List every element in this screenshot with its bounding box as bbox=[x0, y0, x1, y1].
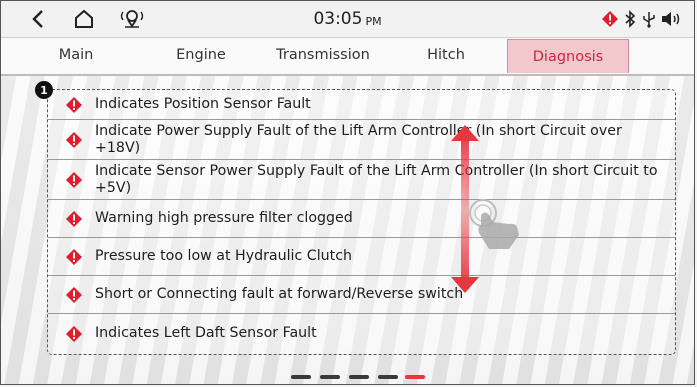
page-dot[interactable] bbox=[291, 375, 311, 379]
warning-diamond-icon bbox=[601, 1, 619, 37]
fault-text: Pressure too low at Hydraulic Clutch bbox=[95, 248, 353, 264]
tab-hitch[interactable]: Hitch bbox=[411, 38, 481, 72]
clock-ampm: PM bbox=[365, 14, 382, 28]
fault-text: Warning high pressure filter clogged bbox=[95, 210, 353, 226]
fault-text: Indicate Sensor Power Supply Fault of th… bbox=[95, 162, 658, 196]
tab-diagnosis[interactable]: Diagnosis bbox=[507, 39, 629, 73]
list-item[interactable]: Indicates Position Sensor Fault bbox=[48, 90, 675, 120]
warning-diamond-icon bbox=[66, 325, 82, 342]
fault-text: Short or Connecting fault at forward/Rev… bbox=[95, 286, 464, 302]
usb-icon bbox=[642, 1, 656, 37]
warning-diamond-icon bbox=[66, 210, 82, 227]
callout-badge: 1 bbox=[35, 81, 53, 99]
warning-diamond-icon bbox=[66, 248, 82, 265]
list-item[interactable]: Indicates Left Daft Sensor Fault bbox=[48, 314, 675, 353]
tab-transmission[interactable]: Transmission bbox=[263, 38, 383, 72]
clock-time: 03:05 bbox=[313, 9, 363, 29]
tab-engine-label: Engine bbox=[176, 47, 226, 63]
bluetooth-icon bbox=[624, 1, 636, 37]
list-item[interactable]: Indicate Power Supply Fault of the Lift … bbox=[48, 120, 675, 160]
tab-main[interactable]: Main bbox=[41, 38, 111, 72]
tab-diagnosis-label: Diagnosis bbox=[532, 48, 604, 65]
warning-diamond-icon bbox=[66, 171, 82, 188]
warning-diamond-icon bbox=[66, 131, 82, 148]
clock: 03:05 PM bbox=[1, 1, 694, 37]
list-item[interactable]: Short or Connecting fault at forward/Rev… bbox=[48, 276, 675, 314]
page-dot-active[interactable] bbox=[405, 375, 425, 379]
page-dot[interactable] bbox=[349, 375, 369, 379]
list-item[interactable]: Indicate Sensor Power Supply Fault of th… bbox=[48, 160, 675, 200]
fault-text: Indicate Power Supply Fault of the Lift … bbox=[95, 122, 622, 156]
list-item[interactable]: Warning high pressure filter clogged bbox=[48, 200, 675, 238]
fault-text: Indicates Left Daft Sensor Fault bbox=[95, 325, 317, 341]
tab-transmission-label: Transmission bbox=[276, 47, 370, 63]
tab-bar: Main Engine Transmission Hitch Diagnosis bbox=[1, 38, 694, 76]
volume-icon bbox=[660, 1, 682, 37]
fault-text: Indicates Position Sensor Fault bbox=[95, 96, 311, 112]
tab-main-label: Main bbox=[58, 47, 94, 63]
tab-hitch-label: Hitch bbox=[427, 47, 465, 63]
status-bar: 03:05 PM bbox=[1, 1, 694, 38]
tab-engine[interactable]: Engine bbox=[161, 38, 241, 72]
swipe-hand-icon bbox=[469, 199, 519, 249]
page-indicator bbox=[1, 375, 694, 379]
warning-diamond-icon bbox=[66, 96, 82, 113]
list-item[interactable]: Pressure too low at Hydraulic Clutch bbox=[48, 238, 675, 276]
screen: 03:05 PM Main Engine Transmission Hitch bbox=[0, 0, 695, 385]
fault-list[interactable]: Indicates Position Sensor Fault Indicate… bbox=[47, 89, 676, 355]
warning-diamond-icon bbox=[66, 286, 82, 303]
page-dot[interactable] bbox=[320, 375, 340, 379]
page-dot[interactable] bbox=[378, 375, 398, 379]
